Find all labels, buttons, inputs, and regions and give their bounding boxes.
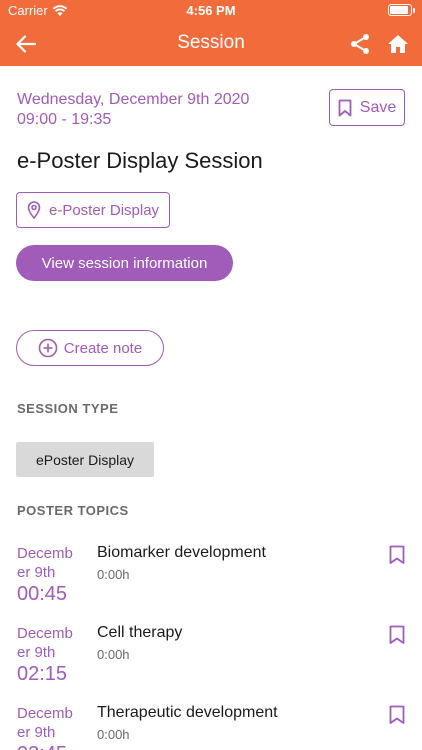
create-note-label: Create note [63,339,143,357]
session-title: e-Poster Display Session [17,148,263,173]
location-label: e-Poster Display [49,201,160,219]
bookmark-button[interactable] [389,625,405,650]
session-datetime: Wednesday, December 9th 2020 09:00 - 19:… [17,90,249,130]
home-button[interactable] [384,30,412,58]
session-type-heading: SESSION TYPE [17,401,119,416]
topic-time: 02:15 [17,663,68,685]
plus-circle-icon [38,338,58,358]
poster-topics-heading: POSTER TOPICS [17,503,129,518]
topic-time: 00:45 [17,583,68,605]
bookmark-button[interactable] [389,705,405,730]
list-item[interactable]: Decemb er 9th 03:45 Therapeutic developm… [0,704,422,750]
share-icon [351,34,369,54]
status-bar: Carrier 4:56 PM [0,0,422,22]
topic-time: 03:45 [17,742,89,750]
topic-date-line2: er 9th [17,644,56,661]
topic-date-line2: er 9th [17,564,56,581]
bookmark-button[interactable] [389,545,405,570]
topic-duration: 0:00h [97,647,130,662]
topic-datetime: Decemb er 9th 03:45 [17,704,89,750]
topic-name: Biomarker development [97,544,266,561]
clock: 4:56 PM [186,3,236,18]
session-type-chip[interactable]: ePoster Display [16,442,154,477]
save-button[interactable]: Save [329,89,405,126]
battery-icon [388,4,415,16]
topic-date-line1: Decemb [17,545,73,562]
create-note-button[interactable]: Create note [16,330,164,366]
bookmark-icon [389,625,405,644]
topic-name: Therapeutic development [97,704,278,721]
topic-datetime: Decemb er 9th 00:45 [17,544,89,606]
topic-date-line1: Decemb [17,625,73,642]
location-pin-icon [27,201,41,219]
session-date: Wednesday, December 9th 2020 [17,91,250,108]
view-session-info-button[interactable]: View session information [16,245,233,281]
nav-bar: Session [0,22,422,66]
list-item[interactable]: Decemb er 9th 02:15 Cell therapy 0:00h [0,624,422,704]
bookmark-icon [389,705,405,724]
app-header: Carrier 4:56 PM Session [0,0,422,66]
topic-duration: 0:00h [97,567,130,582]
location-button[interactable]: e-Poster Display [16,192,171,228]
save-label: Save [359,98,397,116]
topic-duration: 0:00h [97,727,130,742]
topic-name: Cell therapy [97,624,183,641]
topic-datetime: Decemb er 9th 02:15 [17,624,89,686]
home-icon [388,35,408,53]
share-button[interactable] [346,30,374,58]
bookmark-icon [389,545,405,564]
topic-date-line2: er 9th [17,724,56,741]
topic-date-line1: Decemb [17,705,73,722]
session-time-range: 09:00 - 19:35 [17,111,112,128]
list-item[interactable]: Decemb er 9th 00:45 Biomarker developmen… [0,544,422,624]
bookmark-icon [338,99,352,116]
